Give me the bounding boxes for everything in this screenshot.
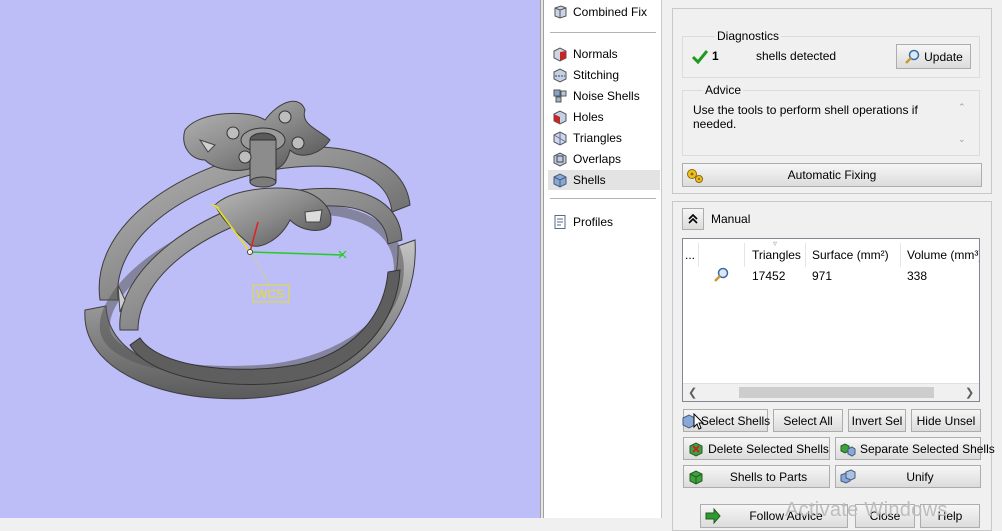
shells-to-parts-button[interactable]: Shells to Parts [683,465,830,488]
cell-triangles: 17452 [752,269,786,283]
nav-item-label: Holes [573,110,604,124]
diagnostics-title: Diagnostics [715,29,782,43]
holes-icon [553,110,567,125]
advice-text: Use the tools to perform shell operation… [693,103,918,131]
advice-scrollbar[interactable]: ⌃ ⌄ [956,100,970,150]
nav-item-stitching[interactable]: Stitching [548,65,660,85]
delete-shells-icon [689,441,703,457]
scrollbar-thumb[interactable] [739,387,934,398]
green-arrow-icon [705,508,721,524]
nav-item-triangles[interactable]: Triangles [548,128,660,148]
separate-selected-shells-button[interactable]: Separate Selected Shells [835,437,995,460]
nav-item-label: Combined Fix [573,5,648,19]
delete-selected-shells-button[interactable]: Delete Selected Shells [683,437,830,460]
green-check-icon [692,50,708,65]
triangles-icon [553,131,567,146]
wcs-label: WCS [256,287,284,301]
nav-item-label: Normals [573,47,618,61]
magnifier-icon [905,49,920,64]
automatic-fixing-button[interactable]: Automatic Fixing [682,163,982,187]
sort-indicator-icon: ▿ [773,239,778,248]
nav-item-label: Profiles [573,215,614,229]
update-button[interactable]: Update [896,44,971,69]
table-horizontal-scrollbar[interactable]: ❮ ❯ [683,383,979,401]
nav-item-combined-fix[interactable]: Combined Fix [548,2,660,22]
repair-nav-list: Combined Fix Normals Stitching Noise She… [544,0,662,518]
table-header-volume[interactable]: Volume (mm³) [901,243,979,267]
shells-table[interactable]: ... Triangles Surface (mm²) Volume (mm³)… [682,238,980,402]
shells-to-parts-icon [689,469,703,485]
unify-icon [840,468,856,484]
nav-item-shells[interactable]: Shells [548,170,660,190]
gears-icon [687,169,703,183]
hide-unsel-button[interactable]: Hide Unsel [911,409,981,432]
shells-detected-label: shells detected [756,49,837,63]
table-header-icon[interactable] [699,243,745,267]
profiles-icon [554,215,566,229]
x-axis-line [249,251,344,256]
combined-fix-icon [554,5,567,19]
collapse-manual-button[interactable] [682,208,704,230]
shell-count: 1 [712,49,719,63]
magnifier-icon[interactable] [713,267,729,283]
nav-item-label: Noise Shells [573,89,640,103]
select-all-button[interactable]: Select All [773,409,843,432]
nav-item-noise-shells[interactable]: Noise Shells [548,86,660,106]
shells-icon [553,173,567,188]
scroll-right-icon[interactable]: ❯ [965,386,974,399]
nav-item-label: Shells [573,173,606,187]
nav-item-holes[interactable]: Holes [548,107,660,127]
activate-windows-watermark: Activate Windows [785,499,948,521]
invert-sel-button[interactable]: Invert Sel [848,409,906,432]
nav-item-profiles[interactable]: Profiles [548,212,660,232]
nav-item-label: Stitching [573,68,620,82]
scroll-left-icon[interactable]: ❮ [688,386,697,399]
nav-divider [550,198,656,199]
ring-model[interactable]: WCS [0,0,540,518]
unify-button[interactable]: Unify [835,465,981,488]
table-header-dots[interactable]: ... [683,243,699,267]
mouse-cursor-icon [693,413,705,430]
normals-icon [553,47,567,62]
separate-shells-icon [840,442,856,457]
table-header-surface[interactable]: Surface (mm²) [806,243,901,267]
manual-title: Manual [711,212,751,226]
nav-divider [550,32,656,33]
double-chevron-up-icon [688,213,698,224]
noise-shells-icon [553,89,567,103]
3d-viewport[interactable]: WCS [0,0,540,518]
nav-item-normals[interactable]: Normals [548,44,660,64]
cell-surface: 971 [812,269,833,283]
nav-item-label: Triangles [573,131,622,145]
overlaps-icon [553,152,567,167]
nav-item-label: Overlaps [573,152,622,166]
cell-volume: 338 [907,269,928,283]
nav-item-overlaps[interactable]: Overlaps [548,149,660,169]
stitching-icon [553,68,567,83]
advice-title: Advice [703,83,744,97]
